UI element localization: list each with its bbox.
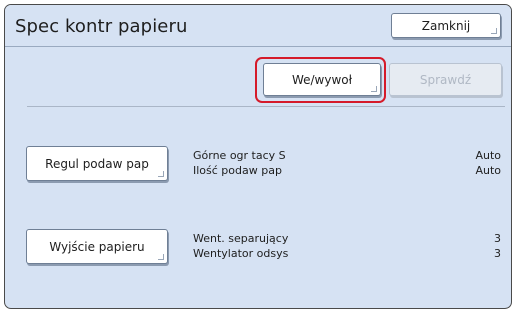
check-button-label: Sprawdź	[419, 72, 472, 87]
divider	[27, 106, 505, 107]
close-button-label: Zamknij	[421, 18, 471, 33]
setting-label: Górne ogr tacy S	[193, 149, 286, 162]
paper-output-label: Wyjście papieru	[49, 239, 145, 254]
setting-label: Ilość podaw pap	[193, 164, 282, 177]
button-corner-icon	[158, 171, 164, 177]
setting-value: Auto	[475, 164, 501, 177]
settings-dialog: Spec kontr papieru Zamknij We/wywoł Spra…	[4, 4, 512, 309]
title-bar: Spec kontr papieru Zamknij	[5, 5, 511, 47]
setting-value: Auto	[475, 149, 501, 162]
setting-value: 3	[494, 247, 501, 260]
paper-output-button[interactable]: Wyjście papieru	[26, 229, 168, 264]
check-button[interactable]: Sprawdź	[389, 63, 502, 96]
button-corner-icon	[491, 28, 497, 34]
setting-label: Went. separujący	[193, 232, 289, 245]
paper-feed-adjust-label: Regul podaw pap	[45, 156, 149, 171]
close-button[interactable]: Zamknij	[391, 13, 501, 38]
paper-feed-adjust-button[interactable]: Regul podaw pap	[26, 146, 168, 181]
dialog-title: Spec kontr papieru	[15, 16, 188, 37]
setting-value: 3	[494, 232, 501, 245]
button-corner-icon	[158, 254, 164, 260]
setting-label: Wentylator odsys	[193, 247, 289, 260]
highlight-marker	[255, 57, 386, 103]
